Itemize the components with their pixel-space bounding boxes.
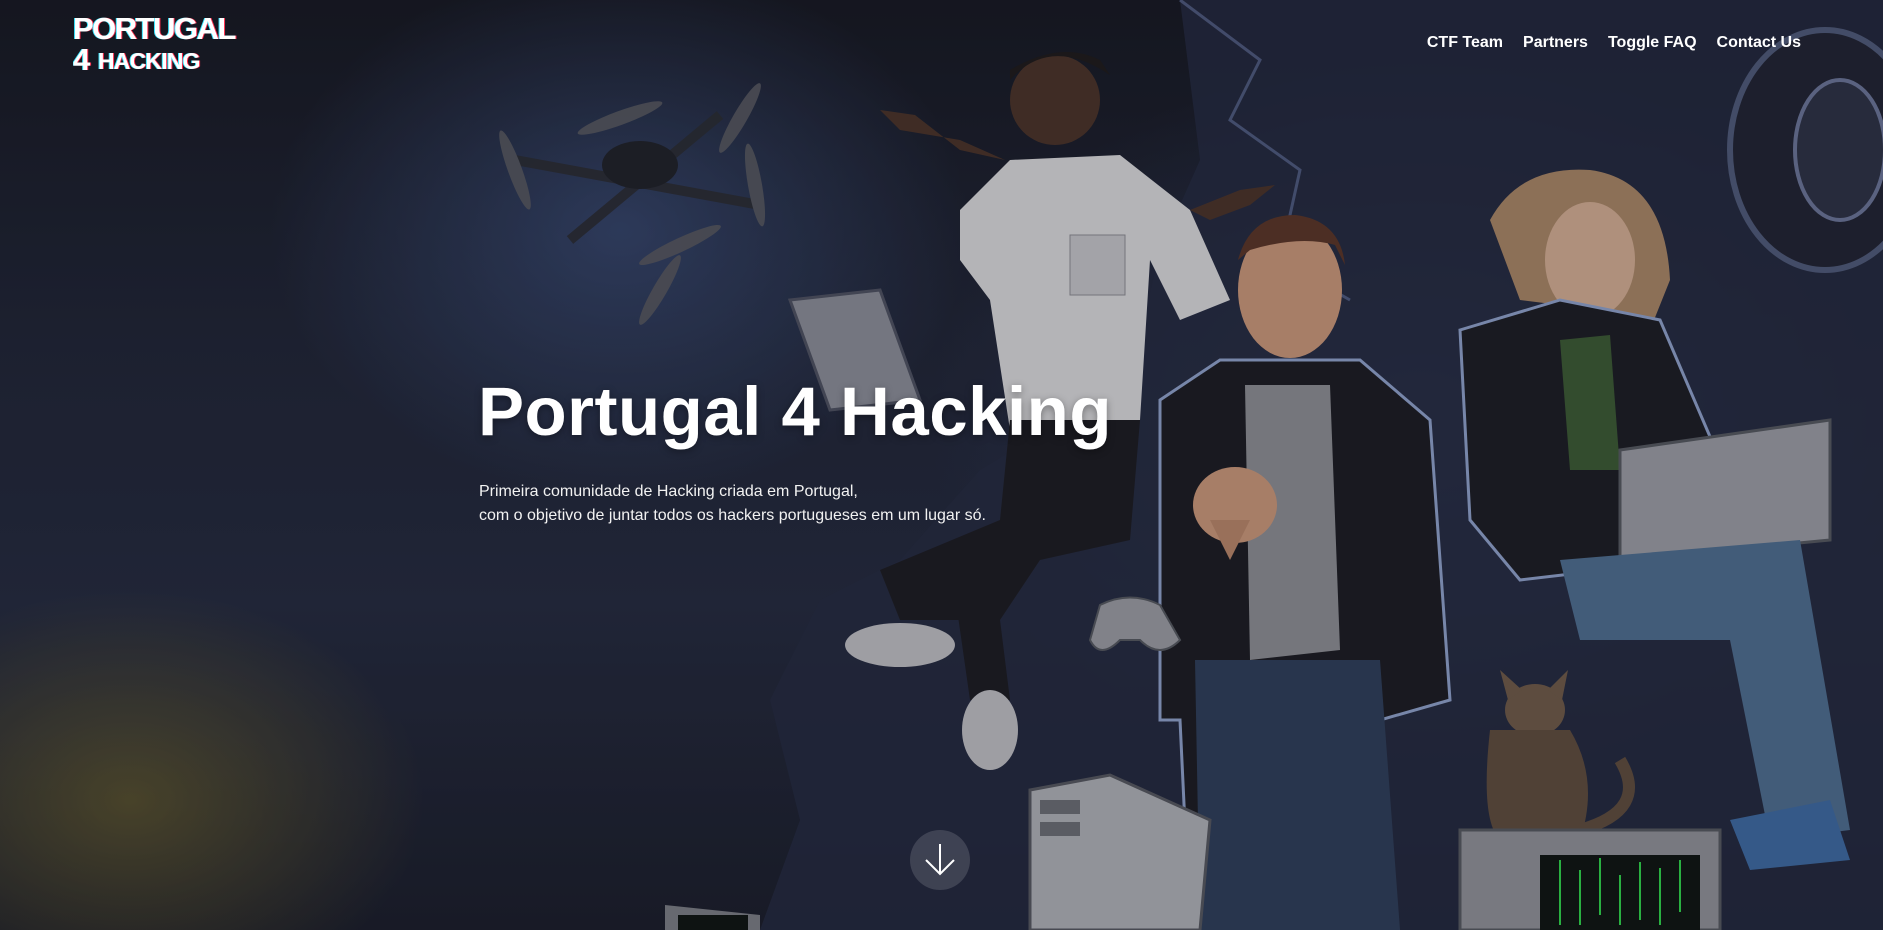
- nav-link-partners[interactable]: Partners: [1523, 34, 1588, 52]
- hero-illustration: [0, 0, 1883, 930]
- nav-link-ctf-team[interactable]: CTF Team: [1427, 34, 1503, 52]
- hero-section: PORTUGAL PORTUGAL PORTUGAL 4 4 4 HACKING…: [0, 0, 1883, 930]
- scroll-down-button[interactable]: [910, 830, 970, 890]
- nav-link-toggle-faq[interactable]: Toggle FAQ: [1608, 34, 1697, 52]
- svg-text:PORTUGAL: PORTUGAL: [73, 12, 236, 46]
- arrow-down-icon: [925, 844, 955, 876]
- svg-text:HACKING: HACKING: [98, 48, 200, 74]
- nav-link-contact-us[interactable]: Contact Us: [1717, 34, 1801, 52]
- hero-subtitle: Primeira comunidade de Hacking criada em…: [479, 480, 986, 528]
- main-nav: CTF Team Partners Toggle FAQ Contact Us: [1427, 34, 1801, 52]
- hero-subtitle-line-2: com o objetivo de juntar todos os hacker…: [479, 507, 986, 524]
- hero-title: Portugal 4 Hacking: [478, 373, 1112, 450]
- hero-subtitle-line-1: Primeira comunidade de Hacking criada em…: [479, 483, 858, 500]
- svg-text:4: 4: [73, 42, 91, 74]
- site-logo[interactable]: PORTUGAL PORTUGAL PORTUGAL 4 4 4 HACKING…: [73, 12, 253, 74]
